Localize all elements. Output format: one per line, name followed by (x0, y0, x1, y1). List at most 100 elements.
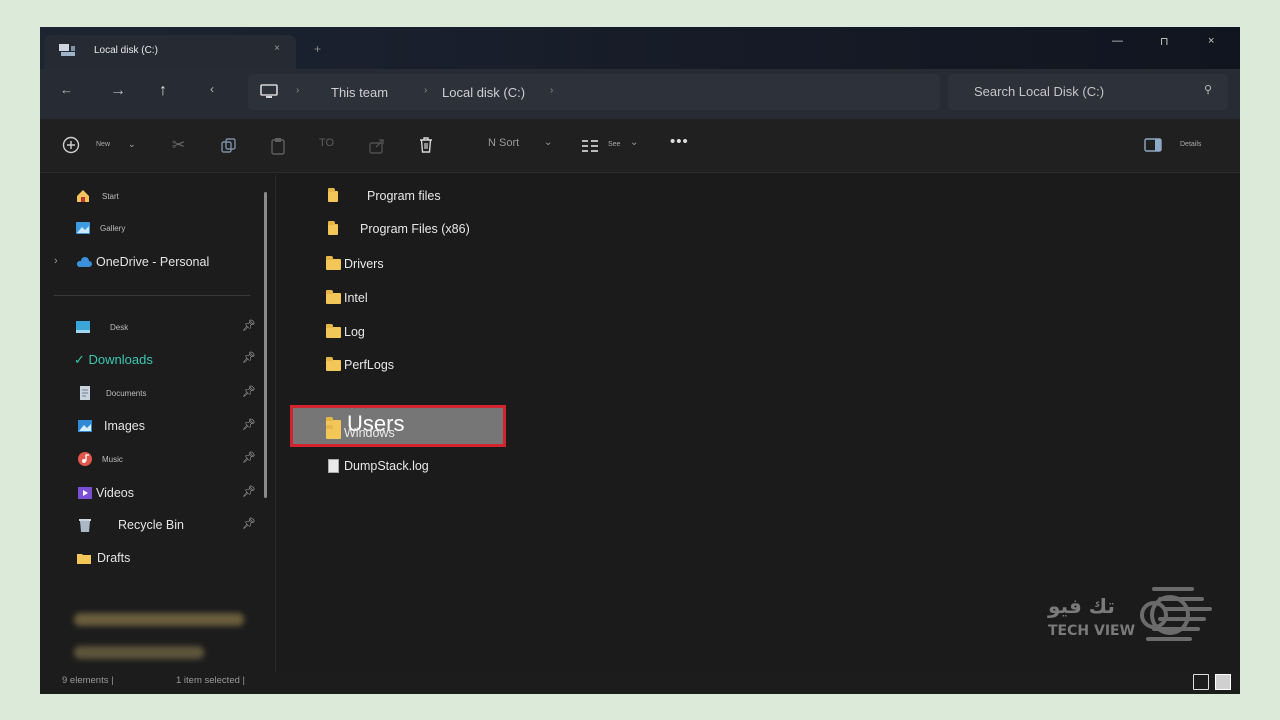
sidebar-item-onedrive[interactable]: › OneDrive - Personal (40, 250, 264, 276)
sidebar-item-documents[interactable]: Documents 📌︎ (40, 381, 264, 407)
list-item[interactable]: Program files (290, 182, 690, 212)
sidebar-item-recycle-bin[interactable]: Recycle Bin 📌︎ (40, 513, 264, 539)
blurred-sidebar-item (74, 613, 244, 626)
pin-icon[interactable]: 📌︎ (242, 319, 256, 332)
svg-text:TECH VIEW: TECH VIEW (1048, 623, 1135, 639)
list-item[interactable]: Windows (290, 419, 690, 449)
new-tab-button[interactable]: + (314, 42, 321, 56)
onedrive-icon (76, 257, 92, 267)
minimize-button[interactable]: — (1112, 35, 1123, 47)
paste-icon[interactable] (270, 137, 286, 155)
search-input[interactable]: Search Local Disk (C:) (974, 84, 1104, 99)
file-list: Program files Program Files (x86) Driver… (276, 174, 1240, 672)
copy-icon[interactable] (220, 137, 238, 155)
home-icon (77, 190, 89, 202)
item-name: Windows (344, 426, 395, 440)
sidebar-scrollbar[interactable] (264, 192, 267, 498)
details-button[interactable]: Details (1180, 141, 1201, 148)
list-item[interactable]: Drivers (290, 250, 690, 280)
share-icon[interactable] (368, 137, 386, 155)
folder-icon (328, 221, 338, 235)
folder-icon (326, 324, 341, 338)
sidebar-divider (54, 295, 250, 296)
chevron-down-icon[interactable]: ⌄ (128, 139, 136, 150)
sidebar-item-start[interactable]: Start (40, 184, 264, 210)
search-icon[interactable]: ⚲ (1204, 83, 1212, 96)
computer-icon (260, 84, 278, 98)
music-icon (78, 452, 92, 466)
chevron-right-icon[interactable]: › (54, 255, 58, 267)
sidebar-item-videos[interactable]: Videos 📌︎ (40, 481, 264, 507)
chevron-down-icon[interactable]: ⌄ (630, 137, 638, 148)
rename-button[interactable]: TO (319, 137, 334, 149)
item-name: Program files (367, 189, 441, 203)
tab-close-button[interactable]: × (274, 43, 280, 54)
item-name: Drivers (344, 257, 384, 271)
details-pane-icon[interactable] (1144, 138, 1162, 152)
view-button[interactable]: See (608, 141, 620, 148)
list-item[interactable]: DumpStack.log (290, 452, 690, 482)
navigation-pane: Start Gallery › OneDrive - Personal Desk… (40, 174, 274, 691)
chevron-right-icon: › (296, 85, 300, 96)
pin-icon[interactable]: 📌︎ (242, 351, 256, 364)
drive-icon (59, 44, 75, 56)
cut-icon[interactable]: ✂ (172, 135, 185, 155)
breadcrumb-local-disk[interactable]: Local disk (C:) (442, 85, 525, 100)
refresh-button[interactable]: ‹ (210, 82, 214, 96)
sidebar-item-gallery[interactable]: Gallery (40, 216, 264, 242)
folder-icon (328, 188, 338, 202)
sidebar-item-desk[interactable]: Desk 📌︎ (40, 315, 264, 341)
folder-icon (326, 256, 341, 270)
breadcrumb[interactable]: › This team › Local disk (C:) › (248, 74, 940, 110)
pin-icon[interactable]: 📌︎ (242, 485, 256, 498)
sidebar-item-downloads[interactable]: ✓ Downloads 📌︎ (40, 347, 264, 373)
chevron-down-icon[interactable]: ⌄ (544, 137, 552, 148)
sidebar-item-label: Start (102, 192, 119, 201)
images-icon (78, 420, 92, 432)
list-item[interactable]: PerfLogs (290, 351, 690, 381)
folder-icon (326, 357, 341, 371)
sidebar-item-music[interactable]: Music 📌︎ (40, 447, 264, 473)
techview-logo: تك فيو TECH VIEW (1047, 587, 1212, 641)
search-box[interactable]: Search Local Disk (C:) ⚲ (948, 74, 1228, 110)
back-button[interactable]: ← (60, 82, 73, 97)
delete-icon[interactable] (418, 136, 434, 154)
more-options-button[interactable]: ••• (670, 133, 689, 150)
sidebar-item-drafts[interactable]: Drafts (40, 546, 264, 572)
videos-icon (78, 487, 92, 499)
svg-text:تك فيو: تك فيو (1047, 594, 1115, 618)
pin-icon[interactable]: 📌︎ (242, 418, 256, 431)
up-button[interactable]: ↑ (159, 82, 167, 100)
list-item[interactable]: Log (290, 318, 690, 348)
pin-icon[interactable]: 📌︎ (242, 385, 256, 398)
breadcrumb-this-team[interactable]: This team (331, 85, 388, 100)
tab-local-disk[interactable]: Local disk (C:) × (44, 35, 296, 69)
sidebar-item-label: Gallery (100, 224, 126, 233)
maximize-button[interactable]: ⊓ (1160, 35, 1169, 48)
new-icon[interactable] (62, 136, 80, 154)
documents-icon (80, 386, 90, 400)
item-name: Intel (344, 291, 368, 305)
item-name: DumpStack.log (344, 459, 429, 473)
list-item[interactable]: Intel (290, 284, 690, 314)
tab-title: Local disk (C:) (94, 45, 158, 56)
forward-button[interactable]: → (110, 82, 126, 100)
sidebar-item-label: Recycle Bin (118, 518, 184, 532)
details-view-icon[interactable] (1193, 674, 1209, 690)
pin-icon[interactable]: 📌︎ (242, 517, 256, 530)
pin-icon[interactable]: 📌︎ (242, 451, 256, 464)
sidebar-item-images[interactable]: Images 📌︎ (40, 414, 264, 440)
sort-button[interactable]: N Sort (488, 137, 519, 149)
chevron-right-icon: › (424, 85, 428, 96)
sidebar-item-label: Documents (106, 389, 147, 398)
list-item[interactable]: Program Files (x86) (290, 215, 690, 245)
file-explorer-window: Local disk (C:) × + — ⊓ × ← → ↑ ‹ › This… (40, 27, 1240, 694)
command-bar: New ⌄ ✂ TO N Sort ⌄ See ⌄ ••• Details (40, 119, 1240, 173)
close-button[interactable]: × (1208, 35, 1214, 47)
view-icon[interactable] (582, 139, 598, 153)
sidebar-item-label: Images (104, 419, 145, 433)
new-button[interactable]: New (96, 141, 110, 148)
large-icons-view-icon[interactable] (1215, 674, 1231, 690)
blurred-sidebar-item (74, 646, 204, 659)
item-name: Program Files (x86) (360, 222, 470, 236)
